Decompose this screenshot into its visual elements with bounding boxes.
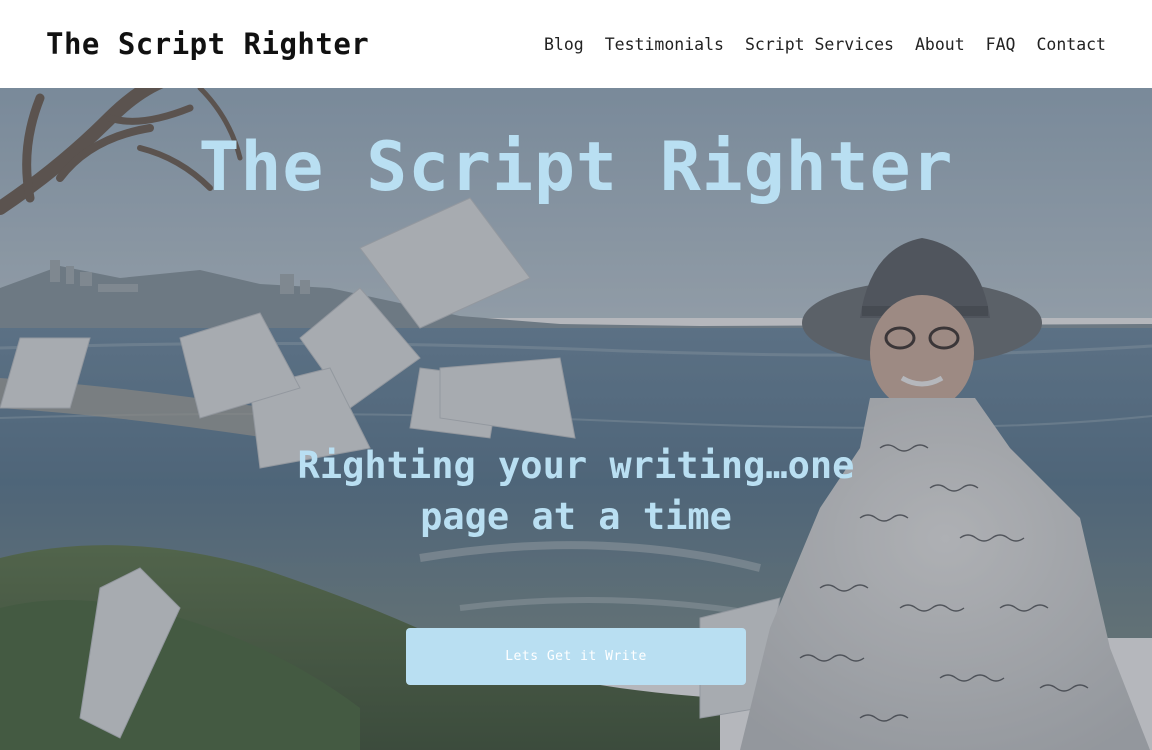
site-header: The Script Righter Blog Testimonials Scr… [0,0,1152,88]
hero-subtitle: Righting your writing…one page at a time [297,444,855,538]
nav-link-script-services[interactable]: Script Services [745,35,894,54]
nav-link-about[interactable]: About [915,35,965,54]
nav-link-contact[interactable]: Contact [1036,35,1106,54]
nav-link-faq[interactable]: FAQ [986,35,1016,54]
site-logo-link[interactable]: The Script Righter [46,27,369,61]
hero-title: The Script Righter [198,128,954,207]
nav-link-blog[interactable]: Blog [544,35,584,54]
get-started-button[interactable]: Lets Get it Write [406,628,746,685]
hero-section: The Script Righter Righting your writing… [0,88,1152,750]
main-nav: Blog Testimonials Script Services About … [544,35,1106,54]
nav-link-testimonials[interactable]: Testimonials [605,35,724,54]
